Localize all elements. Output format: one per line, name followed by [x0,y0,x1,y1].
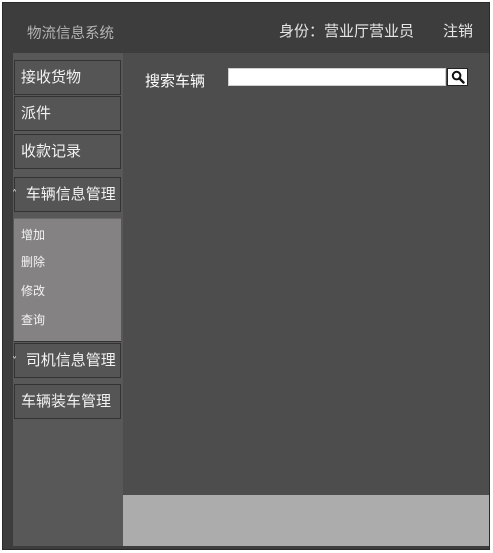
app-title: 物流信息系统 [27,26,114,42]
sidebar-item-vehicle-loading[interactable]: 车辆装车管理 [14,384,121,419]
sidebar-item-label: 司机信息管理 [25,351,116,369]
sidebar-item-label: 派件 [21,104,52,122]
sidebar-item-label: 车辆信息管理 [25,185,116,203]
sidebar-item-vehicle-management[interactable]: ˄ 车辆信息管理 [12,177,121,212]
submenu-item-delete[interactable]: 删除 [21,253,45,270]
sidebar-item-payment-records[interactable]: 收款记录 [14,134,121,169]
logout-link[interactable]: 注销 [443,20,473,41]
footer-panel [123,495,489,546]
submenu-item-query[interactable]: 查询 [21,311,45,328]
search-input[interactable] [228,68,446,86]
sidebar-item-driver-management[interactable]: ˅ 司机信息管理 [12,343,121,378]
main-content: 搜索车辆 [123,53,489,546]
sidebar-item-dispatch[interactable]: 派件 [14,96,121,131]
search-icon [451,70,465,84]
user-identity: 身份：营业厅营业员 [279,22,415,40]
sidebar-item-label: 接收货物 [21,68,82,86]
chevron-down-icon: ˅ [12,356,17,367]
sidebar-item-label: 车辆装车管理 [21,392,112,410]
sidebar-item-label: 收款记录 [21,142,82,160]
vehicle-submenu: 增加 删除 修改 查询 [14,218,121,342]
submenu-item-edit[interactable]: 修改 [21,282,45,299]
sidebar: 接收货物 派件 收款记录 ˄ 车辆信息管理 增加 删除 修改 查询 ˅ 司机信息… [12,53,123,546]
search-label: 搜索车辆 [145,72,206,90]
submenu-item-add[interactable]: 增加 [21,226,45,243]
search-button[interactable] [447,68,468,86]
sidebar-item-receive-goods[interactable]: 接收货物 [14,60,121,95]
app-window: 物流信息系统 身份：营业厅营业员 注销 接收货物 派件 收款记录 ˄ 车辆信息管… [2,2,490,550]
header-bar: 物流信息系统 身份：营业厅营业员 注销 [3,3,489,53]
chevron-up-icon: ˄ [12,189,17,200]
